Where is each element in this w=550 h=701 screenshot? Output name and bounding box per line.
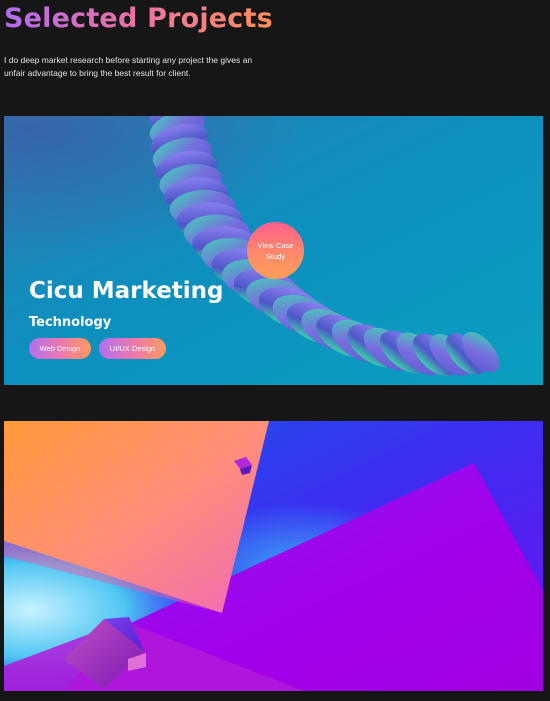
view-case-study-button[interactable]: View Case Study: [247, 222, 304, 279]
section-title: Selected Projects: [4, 3, 273, 34]
project-thumbnail-geometric: [4, 421, 543, 691]
project-category: Technology: [29, 315, 112, 330]
project-card-2[interactable]: [4, 421, 543, 691]
tag-ui-ux-design[interactable]: UI/UX Design: [99, 338, 166, 359]
projects-section: Selected Projects I do deep market resea…: [0, 0, 550, 701]
project-card-cicu[interactable]: View Case Study Cicu Marketing Technolog…: [4, 116, 543, 385]
tag-web-design[interactable]: Web Design: [29, 338, 91, 359]
project-title: Cicu Marketing: [29, 278, 224, 304]
section-description: I do deep market research before startin…: [4, 55, 253, 78]
